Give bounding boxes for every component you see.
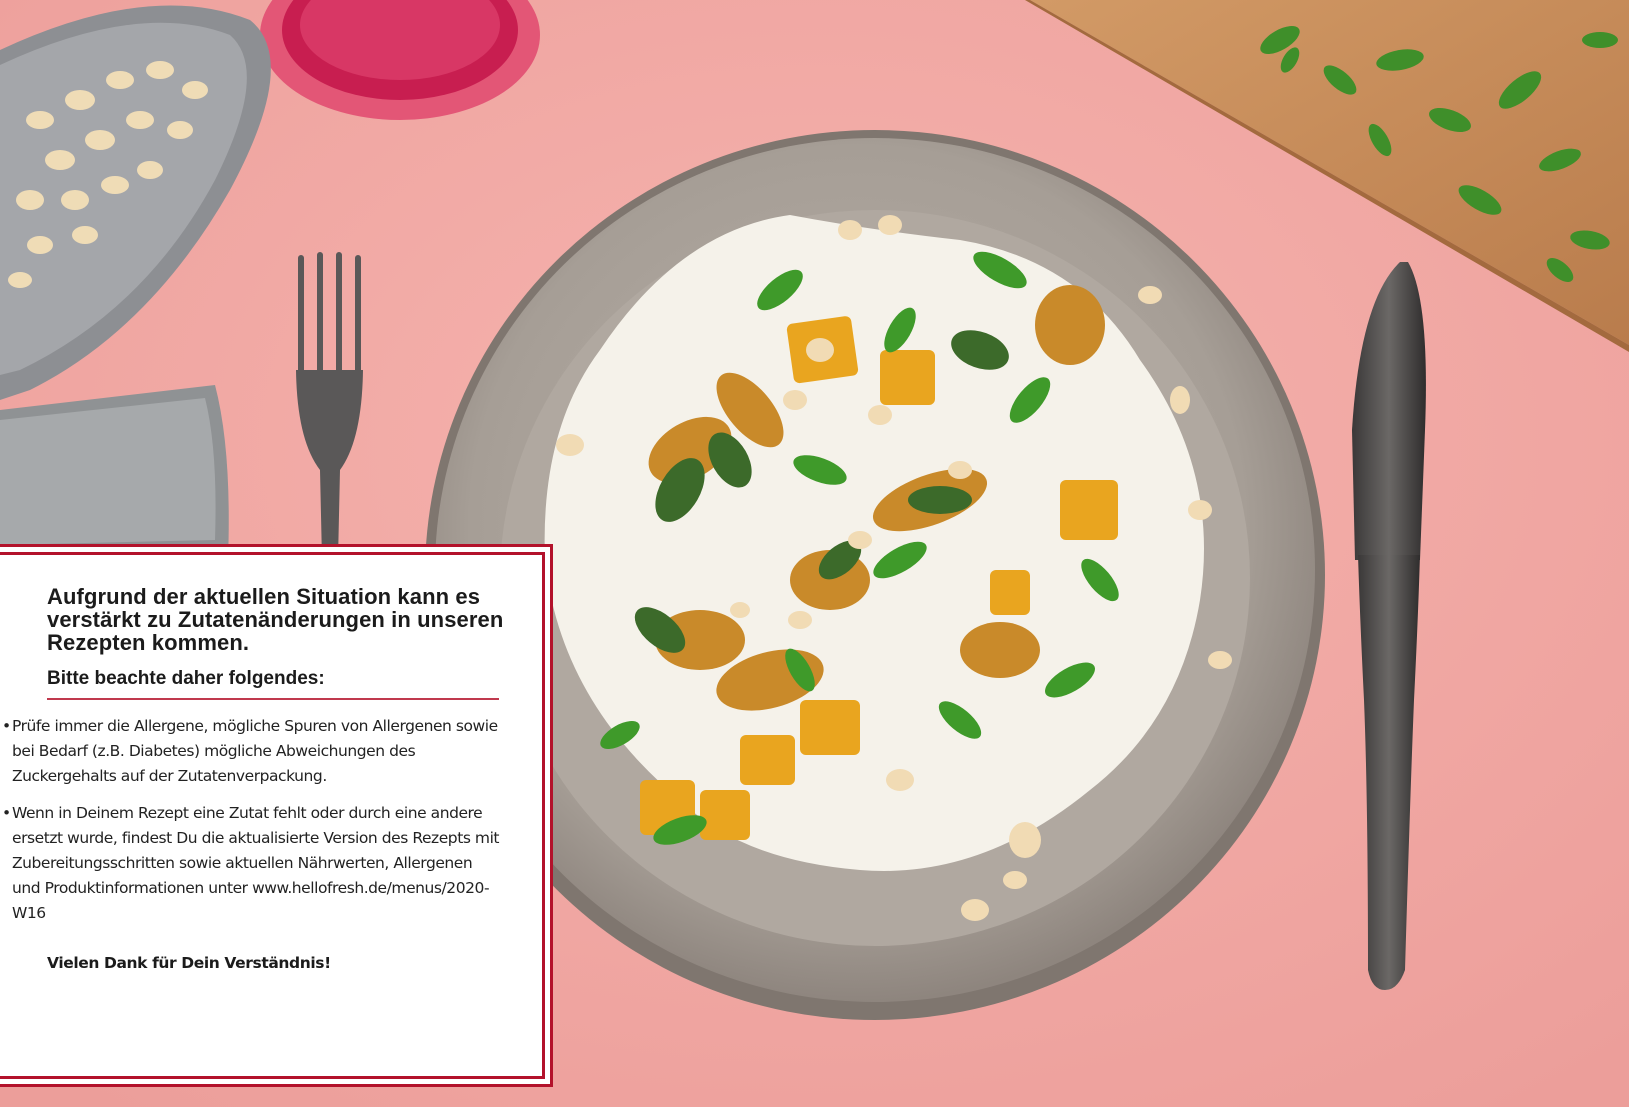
notice-bullet: Wenn in Deinem Rezept eine Zutat fehlt o…	[2, 801, 502, 926]
notice-bullet: Prüfe immer die Allergene, mögliche Spur…	[2, 714, 502, 789]
notice-headline: Aufgrund der aktuellen Situation kann es…	[47, 584, 504, 655]
notice-subheading: Bitte beachte daher folgendes:	[47, 668, 499, 700]
napkin	[0, 385, 229, 560]
notice-bullet-list: Prüfe immer die Allergene, mögliche Spur…	[2, 714, 514, 926]
notice-thanks: Vielen Dank für Dein Verständnis!	[47, 954, 331, 972]
notice-content: Aufgrund der aktuellen Situation kann es…	[2, 584, 514, 972]
ingredient-notice: Aufgrund der aktuellen Situation kann es…	[0, 552, 545, 1079]
